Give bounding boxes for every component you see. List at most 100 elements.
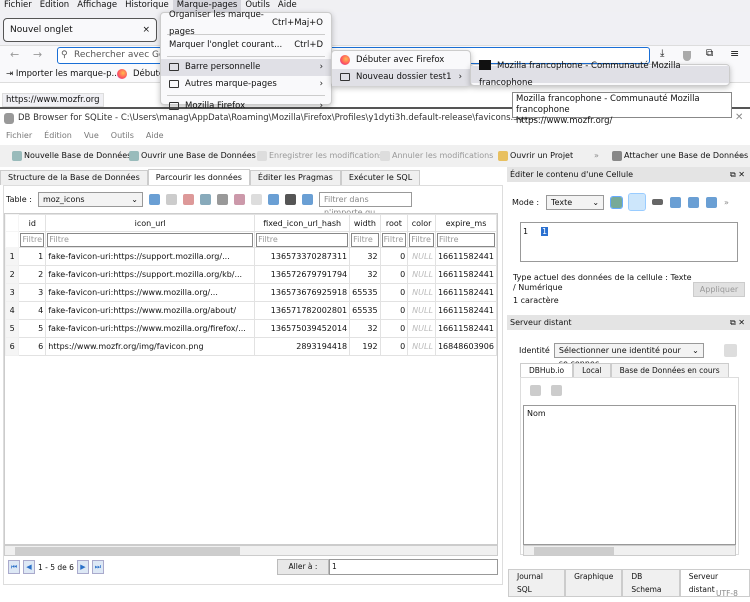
filter-cell[interactable]: Filtre	[45, 231, 256, 248]
last-page-icon[interactable]: ⏭	[91, 560, 104, 574]
cell[interactable]: 32	[349, 265, 381, 284]
more-button-2[interactable]: »	[740, 145, 745, 167]
cell[interactable]: NULL	[407, 301, 436, 320]
horizontal-scrollbar[interactable]	[4, 545, 498, 556]
cell[interactable]: 16611582441	[434, 301, 497, 320]
row-number[interactable]: 3	[5, 283, 20, 302]
row-number[interactable]: 1	[5, 247, 20, 266]
db-menu-fichier[interactable]: Fichier	[0, 128, 38, 144]
cell[interactable]: fake-favicon-uri:https://www.mozilla.org…	[45, 301, 256, 320]
prev-page-icon[interactable]: ◀	[23, 560, 35, 574]
more-icon[interactable]: »	[724, 198, 729, 207]
col-header[interactable]: root	[379, 214, 409, 232]
col-header[interactable]: color	[407, 214, 436, 232]
word-wrap-icon[interactable]	[628, 193, 647, 211]
float-close-icons[interactable]: ⧉ ✕	[730, 167, 745, 182]
row-number[interactable]: 6	[5, 337, 20, 356]
next-page-icon[interactable]: ▶	[76, 560, 89, 574]
import-icon[interactable]	[670, 196, 682, 208]
tab-sql-log[interactable]: Journal SQL	[508, 569, 566, 597]
cell[interactable]: 16611582441	[434, 265, 497, 284]
bookmark-import[interactable]: ⇥ Importer les marque-p...	[6, 66, 120, 83]
col-header[interactable]: fixed_icon_url_hash	[254, 214, 351, 232]
delete-record-icon[interactable]	[250, 193, 262, 205]
cell[interactable]: 65535	[349, 301, 381, 320]
cell[interactable]: 2	[18, 265, 47, 284]
browser-tab[interactable]: Nouvel onglet ×	[3, 18, 157, 42]
col-header[interactable]: width	[349, 214, 381, 232]
cell[interactable]: 0	[379, 301, 409, 320]
cell[interactable]: 2893194418	[254, 337, 351, 356]
filter-cell[interactable]: Filtre	[18, 231, 47, 248]
cell[interactable]: 0	[379, 319, 409, 338]
cell[interactable]: fake-favicon-uri:https://support.mozilla…	[45, 265, 256, 284]
print-icon[interactable]	[216, 193, 228, 205]
table-row[interactable]: 4 4 fake-favicon-uri:https://www.mozilla.o…	[5, 301, 497, 320]
back-icon[interactable]: ←	[10, 48, 19, 61]
cell[interactable]: 136572679791794	[254, 265, 351, 284]
cell[interactable]: 5	[18, 319, 47, 338]
cell[interactable]: NULL	[407, 337, 436, 356]
menu-item-mozilla[interactable]: Mozilla Firefox ›	[161, 98, 331, 115]
cell[interactable]: NULL	[407, 265, 436, 284]
more-button[interactable]: »	[594, 145, 599, 167]
close-tab-icon[interactable]: ×	[142, 19, 150, 41]
cell[interactable]: https://www.mozfr.org/img/favicon.png	[45, 337, 256, 356]
row-number[interactable]: 5	[5, 319, 20, 338]
row-number[interactable]: 2	[5, 265, 20, 284]
clone-icon[interactable]	[551, 385, 562, 396]
cell[interactable]: 16611582441	[434, 319, 497, 338]
revert-button[interactable]: Annuler les modifications	[380, 145, 493, 167]
cell[interactable]: fake-favicon-uri:https://www.mozilla.org…	[45, 283, 256, 302]
tab-sql[interactable]: Exécuter le SQL	[340, 170, 421, 185]
filter-cell[interactable]: Filtre	[254, 231, 351, 248]
cell[interactable]: 0	[379, 265, 409, 284]
tab-remote[interactable]: Serveur distant	[679, 569, 750, 597]
goto-button[interactable]: Aller à :	[277, 559, 329, 575]
table-select[interactable]: moz_icons ⌄	[37, 191, 143, 207]
identity-select[interactable]: Sélectionner une identité pour se connec…	[553, 343, 704, 368]
filter-cell[interactable]: Filtre	[407, 231, 436, 248]
clear-filters-icon[interactable]	[165, 193, 177, 205]
cell[interactable]: 136573676925918	[254, 283, 351, 302]
close-window-icon[interactable]: ✕	[735, 109, 743, 127]
col-header[interactable]: id	[18, 214, 47, 232]
goto-input[interactable]: 1	[329, 559, 498, 575]
cell[interactable]: 136571782002801	[254, 301, 351, 320]
tab-pragmas[interactable]: Éditer les Pragmas	[249, 170, 341, 185]
menu-affichage[interactable]: Affichage	[73, 0, 121, 12]
tab-browse[interactable]: Parcourir les données	[147, 169, 250, 185]
menu-item-toolbar[interactable]: Barre personnelle ›	[161, 59, 331, 76]
menu-item-bookmark-tab[interactable]: Marquer l'onglet courant... Ctrl+D	[161, 37, 331, 54]
menu-item-getting-started[interactable]: Débuter avec Firefox	[332, 52, 470, 69]
tab-local[interactable]: Local	[573, 363, 611, 378]
open-db-button[interactable]: Ouvrir une Base de Données ▾	[129, 145, 262, 167]
col-header[interactable]: expire_ms	[434, 214, 497, 232]
open-project-button[interactable]: Ouvrir un Projet	[498, 145, 573, 167]
cell[interactable]: 0	[379, 337, 409, 356]
table-row[interactable]: 1 1 fake-favicon-uri:https://support.mozil…	[5, 247, 497, 266]
table-row[interactable]: 6 6 https://www.mozfr.org/img/favicon.png 2…	[5, 337, 497, 356]
cell[interactable]: 3	[18, 283, 47, 302]
menu-historique[interactable]: Historique	[121, 0, 173, 12]
cell[interactable]: 192	[349, 337, 381, 356]
menu-aide[interactable]: Aide	[274, 0, 301, 12]
new-db-button[interactable]: Nouvelle Base de Données	[12, 145, 131, 167]
refresh-icon[interactable]	[530, 385, 541, 396]
cell[interactable]: NULL	[407, 283, 436, 302]
table-row[interactable]: 3 3 fake-favicon-uri:https://www.mozilla.o…	[5, 283, 497, 302]
cell[interactable]: NULL	[407, 247, 436, 266]
table-row[interactable]: 2 2 fake-favicon-uri:https://support.mozil…	[5, 265, 497, 284]
cell[interactable]: 4	[18, 301, 47, 320]
hamburger-menu-icon[interactable]: ≡	[730, 47, 739, 60]
db-menu-vue[interactable]: Vue	[78, 128, 105, 144]
tab-dbhub[interactable]: DBHub.io	[520, 363, 574, 378]
table-row[interactable]: 5 5 fake-favicon-uri:https://www.mozilla.o…	[5, 319, 497, 338]
auto-format-icon[interactable]	[610, 195, 624, 209]
refresh-icon[interactable]	[148, 193, 160, 205]
db-menu-edition[interactable]: Édition	[38, 128, 78, 144]
cell-editor[interactable]: 11	[520, 222, 738, 262]
export-icon[interactable]	[688, 196, 700, 208]
cell[interactable]: 65535	[349, 283, 381, 302]
cell[interactable]: NULL	[407, 319, 436, 338]
